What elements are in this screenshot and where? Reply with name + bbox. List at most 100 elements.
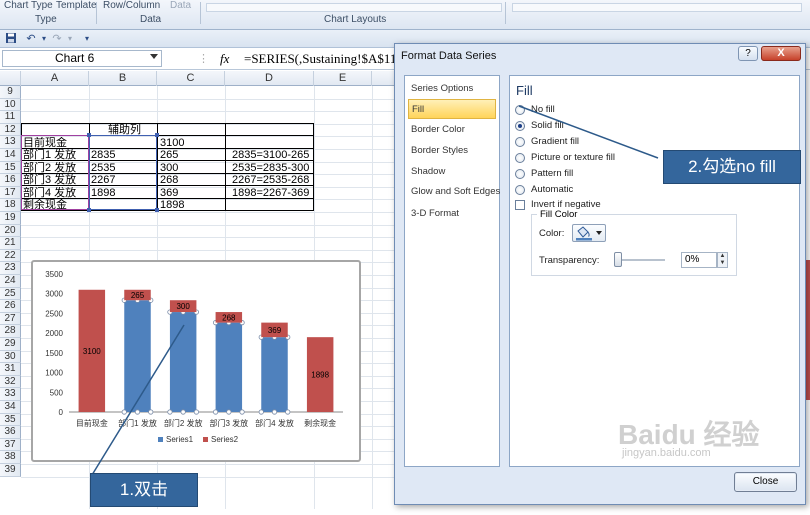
row-header[interactable]: 24 xyxy=(0,275,21,288)
help-icon[interactable]: ? xyxy=(738,46,758,61)
save-icon[interactable] xyxy=(4,32,18,46)
row-header[interactable]: 22 xyxy=(0,249,21,263)
row-header[interactable]: 38 xyxy=(0,451,21,464)
row-header[interactable]: 15 xyxy=(0,161,21,175)
nav-shadow[interactable]: Shadow xyxy=(408,162,496,182)
chart-style-gallery[interactable] xyxy=(512,3,802,12)
nav-fill[interactable]: Fill xyxy=(408,99,496,119)
formula-input[interactable]: =SERIES(,Sustaining!$A$11:$ xyxy=(244,51,407,67)
table-border xyxy=(313,123,314,211)
column-header-a[interactable]: A xyxy=(21,71,89,86)
background-chart-edge xyxy=(806,260,810,400)
row-header[interactable]: 29 xyxy=(0,338,21,351)
row-header[interactable]: 39 xyxy=(0,464,21,477)
dialog-title: Format Data Series xyxy=(401,50,497,62)
chart-layout-gallery[interactable] xyxy=(206,3,502,12)
gridline xyxy=(21,249,401,251)
row-header[interactable]: 19 xyxy=(0,212,21,225)
redo-icon[interactable]: ↷ xyxy=(50,32,64,46)
row-header[interactable]: 30 xyxy=(0,350,21,364)
gridline xyxy=(21,98,401,100)
row-header[interactable]: 16 xyxy=(0,174,21,187)
undo-icon[interactable]: ↶ xyxy=(24,32,38,46)
range-handle[interactable] xyxy=(87,133,91,137)
x-tick-label: 剩余现金 xyxy=(304,418,336,428)
row-header[interactable]: 26 xyxy=(0,300,21,313)
row-header[interactable]: 18 xyxy=(0,199,21,212)
gridline xyxy=(21,237,401,239)
column-header-e[interactable]: E xyxy=(314,71,372,86)
option-automatic[interactable]: Automatic xyxy=(531,184,573,195)
ribbon-separator xyxy=(96,2,97,24)
radio-pattern-fill[interactable] xyxy=(515,169,525,179)
row-header[interactable]: 14 xyxy=(0,149,21,162)
column-header-c[interactable]: C xyxy=(157,71,225,86)
row-header[interactable]: 17 xyxy=(0,186,21,200)
row-header[interactable]: 28 xyxy=(0,325,21,338)
color-label: Color: xyxy=(539,228,565,239)
nav-3d-format[interactable]: 3-D Format xyxy=(408,204,496,224)
transparency-slider-track[interactable] xyxy=(617,259,665,261)
close-icon[interactable]: X xyxy=(761,46,801,61)
row-header[interactable]: 25 xyxy=(0,287,21,301)
range-handle[interactable] xyxy=(87,208,91,212)
nav-border-color[interactable]: Border Color xyxy=(408,120,496,140)
row-header[interactable]: 20 xyxy=(0,224,21,238)
undo-dropdown-icon[interactable]: ▾ xyxy=(37,32,51,46)
panel-heading: Fill xyxy=(516,83,533,98)
x-tick-label: 部门4 发放 xyxy=(255,418,294,428)
series1-bar[interactable] xyxy=(261,337,288,412)
row-header[interactable]: 33 xyxy=(0,388,21,401)
row-header[interactable]: 31 xyxy=(0,363,21,376)
range-handle[interactable] xyxy=(155,133,159,137)
transparency-slider-thumb[interactable] xyxy=(614,252,622,267)
transparency-spinner[interactable]: ▲ ▼ xyxy=(717,252,728,268)
redo-dropdown-icon[interactable]: ▾ xyxy=(63,32,77,46)
row-header[interactable]: 35 xyxy=(0,413,21,427)
name-box[interactable]: Chart 6 xyxy=(2,50,162,67)
ribbon-group-type: Type xyxy=(35,14,57,25)
range-handle[interactable] xyxy=(155,208,159,212)
row-header[interactable]: 11 xyxy=(0,111,21,124)
ribbon-template[interactable]: Template xyxy=(56,0,97,11)
row-header[interactable]: 21 xyxy=(0,237,21,250)
series1-bar[interactable] xyxy=(215,322,243,412)
row-header[interactable]: 12 xyxy=(0,123,21,137)
row-header[interactable]: 34 xyxy=(0,401,21,414)
ribbon-chart-type[interactable]: Chart Type xyxy=(4,0,53,11)
gridline xyxy=(21,464,401,465)
row-header[interactable]: 32 xyxy=(0,375,21,389)
customize-toolbar-icon[interactable]: ▾ xyxy=(80,32,94,46)
selection-handle xyxy=(226,409,232,415)
ribbon-data[interactable]: Data xyxy=(170,0,191,11)
legend-swatch-series2[interactable] xyxy=(203,437,208,442)
selection-handle xyxy=(212,409,219,415)
data-label: 369 xyxy=(268,326,282,335)
nav-glow-soft-edges[interactable]: Glow and Soft Edges xyxy=(408,182,500,202)
invert-if-negative-checkbox[interactable] xyxy=(515,200,525,210)
column-header-d[interactable]: D xyxy=(225,71,314,86)
insert-function-icon[interactable]: fx xyxy=(220,51,229,67)
color-picker-button[interactable] xyxy=(572,224,606,242)
close-button[interactable]: Close xyxy=(734,472,797,492)
column-header-b[interactable]: B xyxy=(89,71,157,86)
formula-bar-divider: ⋮ xyxy=(198,53,209,65)
nav-border-styles[interactable]: Border Styles xyxy=(408,141,496,161)
row-header[interactable]: 36 xyxy=(0,426,21,439)
radio-automatic[interactable] xyxy=(515,185,525,195)
row-header[interactable]: 9 xyxy=(0,86,21,99)
row-header[interactable]: 13 xyxy=(0,136,21,149)
transparency-input[interactable]: 0% xyxy=(681,252,717,268)
selection-handle xyxy=(271,409,278,415)
row-header[interactable]: 37 xyxy=(0,438,21,452)
row-header[interactable]: 27 xyxy=(0,312,21,326)
y-tick-label: 2000 xyxy=(45,329,63,338)
ribbon-row-column[interactable]: Row/Column xyxy=(103,0,160,11)
row-header[interactable]: 10 xyxy=(0,98,21,112)
row-header[interactable]: 23 xyxy=(0,262,21,275)
y-tick-label: 2500 xyxy=(45,309,63,318)
chevron-down-icon[interactable] xyxy=(150,54,158,59)
nav-series-options[interactable]: Series Options xyxy=(408,79,496,99)
y-tick-label: 3500 xyxy=(45,270,63,279)
select-all-corner[interactable] xyxy=(0,71,21,86)
